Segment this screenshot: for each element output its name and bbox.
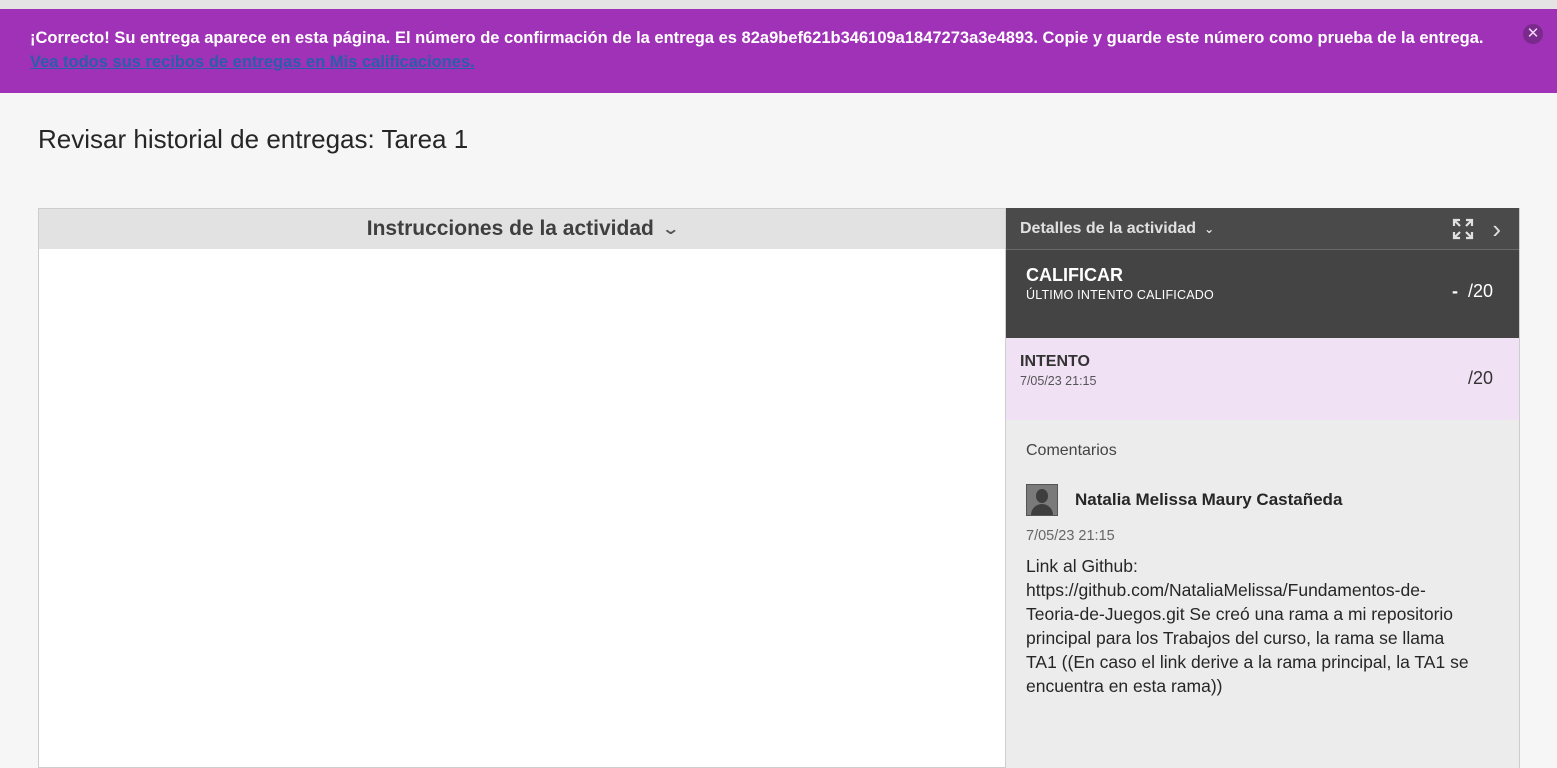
expand-icon[interactable] [1452, 218, 1474, 240]
comment-header: Natalia Melissa Maury Castañeda [1026, 484, 1499, 516]
comment-date: 7/05/23 21:15 [1026, 528, 1115, 544]
receipts-link[interactable]: Vea todos sus recibos de entregas en Mis… [30, 53, 475, 71]
comment-author: Natalia Melissa Maury Castañeda [1075, 490, 1343, 509]
instructions-panel: Instrucciones de la actividad ⌄ [38, 208, 1006, 768]
success-banner: ¡Correcto! Su entrega aparece en esta pá… [0, 9, 1557, 93]
chevron-right-icon[interactable]: › [1492, 216, 1501, 242]
grade-sublabel: ÚLTIMO INTENTO CALIFICADO [1026, 288, 1214, 302]
comment-text: Link al Github: https://github.com/Natal… [1026, 556, 1469, 696]
instructions-header: Instrucciones de la actividad [366, 217, 654, 240]
grade-max: /20 [1467, 281, 1493, 301]
grade-value: -/20 [1452, 281, 1493, 302]
instructions-toggle[interactable]: Instrucciones de la actividad ⌄ [39, 209, 1005, 249]
attempt-date: 7/05/23 21:15 [1020, 374, 1097, 388]
page-title: Revisar historial de entregas: Tarea 1 [38, 124, 469, 154]
details-title: Detalles de la actividad [1020, 219, 1197, 237]
details-toggle[interactable]: Detalles de la actividad ⌄ [1020, 220, 1214, 238]
attempt-label: INTENTO [1020, 353, 1090, 370]
top-strip [0, 0, 1557, 9]
avatar [1026, 484, 1058, 516]
close-icon[interactable]: ✕ [1523, 24, 1543, 44]
grade-score: - [1451, 281, 1458, 301]
chevron-down-icon: ⌄ [1204, 221, 1215, 236]
details-bar: Detalles de la actividad ⌄ › [1006, 208, 1519, 250]
grade-label: CALIFICAR [1026, 265, 1123, 285]
details-panel: Detalles de la actividad ⌄ › CALIFICAR ÚL… [1006, 208, 1520, 768]
chevron-down-icon: ⌄ [661, 221, 680, 238]
attempt-score: /20 [1467, 368, 1493, 388]
attempt-item[interactable]: INTENTO 7/05/23 21:15 /20 [1006, 338, 1519, 420]
banner-message: ¡Correcto! Su entrega aparece en esta pá… [30, 29, 1484, 47]
grade-block: CALIFICAR ÚLTIMO INTENTO CALIFICADO -/20 [1006, 250, 1519, 338]
comments-title: Comentarios [1026, 442, 1117, 459]
comments-section: Comentarios Natalia Melissa Maury Castañ… [1006, 420, 1519, 698]
